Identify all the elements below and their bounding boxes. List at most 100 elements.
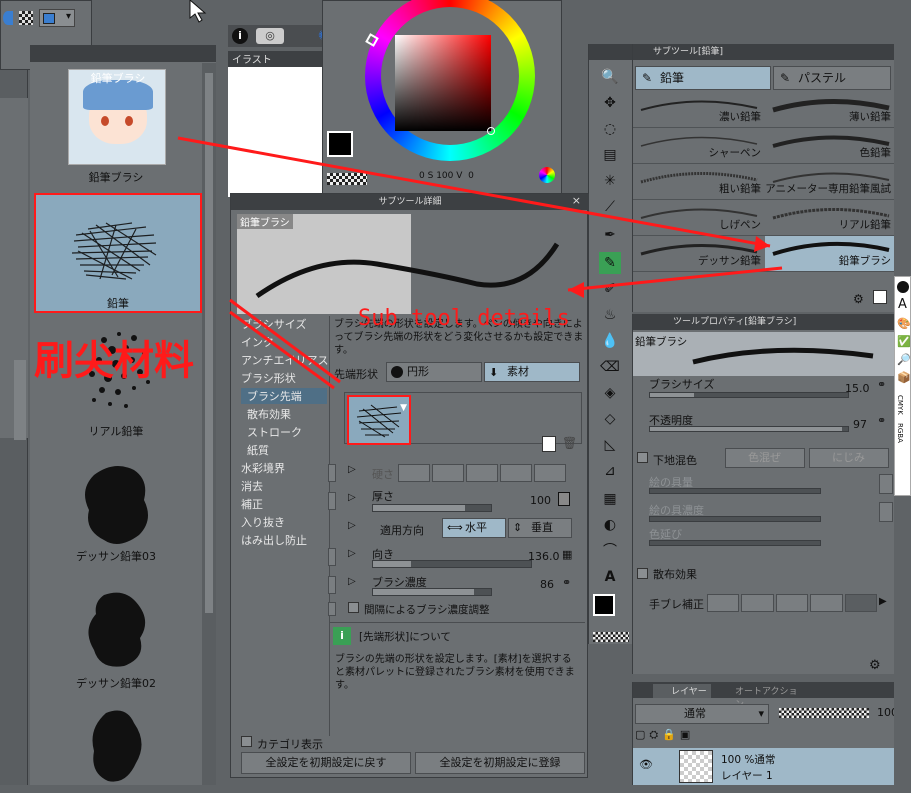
category-item-selected[interactable]: ブラシ先端 [241, 388, 327, 404]
tab-pastel[interactable]: ✎ パステル [773, 66, 891, 90]
tip-material-option[interactable]: ⬇ 素材 [484, 362, 580, 382]
opacity-bar[interactable] [779, 708, 869, 718]
opacity-slider[interactable] [649, 426, 849, 432]
fill-bucket-icon[interactable]: ◐ [599, 514, 621, 536]
stabilize-steps[interactable] [707, 594, 878, 612]
paint-amount-slider[interactable] [649, 488, 821, 494]
lasso-icon[interactable]: ◌ [599, 118, 621, 140]
eyedropper-icon[interactable]: ⟋ [599, 196, 621, 218]
trash-icon[interactable]: 🗑 [562, 436, 577, 452]
category-item[interactable]: 水彩境界 [241, 460, 285, 476]
eraser-icon[interactable]: ⌫ [599, 356, 621, 378]
rgba-label[interactable]: RGBA [896, 423, 904, 443]
main-color-icon[interactable] [593, 594, 615, 616]
sv-handle[interactable] [487, 127, 495, 135]
text-icon[interactable]: A [599, 566, 621, 588]
thickness-value[interactable]: 100 [530, 494, 551, 507]
subtool-item[interactable]: しげペン [633, 200, 765, 236]
size-slider[interactable] [649, 392, 849, 398]
grid-icon[interactable]: ▦ [562, 548, 572, 561]
density-slider[interactable] [372, 588, 492, 596]
category-item[interactable]: ブラシ形状 [241, 370, 296, 386]
info-icon[interactable]: i [232, 28, 248, 44]
link-icon[interactable]: ⚭ [562, 576, 571, 589]
zoom-icon[interactable]: 🔎 [897, 353, 911, 366]
pressure-toggle[interactable] [328, 576, 336, 594]
close-icon[interactable]: × [572, 194, 581, 207]
text-dock-icon[interactable]: A [898, 297, 907, 312]
blend-mode-select[interactable]: 通常 ▾ [635, 704, 769, 724]
lock-icon[interactable]: 🔒 [662, 728, 676, 746]
zoom-icon[interactable]: 🔍 [599, 66, 621, 88]
transparent-color-icon[interactable] [593, 632, 629, 642]
tip-material-thumb[interactable]: ▼ [347, 395, 411, 445]
paint-density-slider[interactable] [649, 516, 821, 522]
pressure-toggle[interactable] [328, 492, 336, 510]
category-item[interactable]: 紙質 [247, 442, 269, 458]
link-icon[interactable]: ⚭ [877, 378, 886, 391]
brush-thumb-illustration[interactable]: 鉛筆ブラシ [68, 69, 166, 165]
subtool-item-selected[interactable]: 鉛筆ブラシ [765, 236, 895, 272]
swatch-circle-icon[interactable] [3, 11, 13, 25]
layer-row[interactable]: 👁 100 %通常 レイヤー 1 [633, 748, 895, 785]
main-color-swatch[interactable] [327, 131, 353, 157]
thickness-slider[interactable] [372, 504, 492, 512]
canvas-tab[interactable]: イラスト [228, 51, 322, 67]
contrast-icon[interactable] [897, 281, 909, 293]
ref-icon[interactable]: ⛭ [649, 728, 658, 746]
blend-icon[interactable]: 💧 [599, 330, 621, 352]
color-swatch-dropdown[interactable]: ▾ [39, 9, 75, 27]
link-icon[interactable]: ⚭ [877, 414, 886, 427]
scatter-checkbox[interactable] [637, 568, 648, 582]
brush-icon[interactable]: ✐ [599, 278, 621, 300]
category-toggle-checkbox[interactable] [241, 736, 252, 750]
checker-icon[interactable] [19, 11, 33, 25]
blur-button[interactable]: にじみ [809, 448, 889, 468]
subtool-item[interactable]: 薄い鉛筆 [765, 92, 895, 128]
transparent-swatch[interactable] [327, 173, 367, 185]
pressure-button[interactable] [879, 502, 893, 522]
category-item[interactable]: ストローク [247, 424, 302, 440]
tab-pencil[interactable]: ✎ 鉛筆 [635, 66, 771, 90]
angle-slider[interactable] [372, 560, 532, 568]
curve-icon[interactable]: ⌒ [599, 540, 621, 562]
ruler-icon[interactable]: ◺ [599, 434, 621, 456]
category-item[interactable]: アンチエイリアス [241, 352, 329, 368]
move-icon[interactable]: ✥ [599, 92, 621, 114]
subtool-item[interactable]: 粗い鉛筆 [633, 164, 765, 200]
fill-icon[interactable]: ◈ [599, 382, 621, 404]
new-page-icon[interactable] [873, 290, 887, 304]
frame-icon[interactable]: ⊿ [599, 460, 621, 482]
auto-select-icon[interactable]: ▤ [599, 144, 621, 166]
check-icon[interactable]: ✅ [897, 335, 911, 348]
clip-icon[interactable]: ▢ [635, 728, 645, 746]
reset-button[interactable]: 全設定を初期設定に戻す [241, 752, 411, 774]
hardness-steps[interactable] [398, 464, 566, 482]
pressure-toggle[interactable] [328, 548, 336, 566]
size-value[interactable]: 15.0 [845, 382, 870, 395]
interval-checkbox[interactable] [348, 602, 359, 616]
blend-checkbox[interactable] [637, 452, 648, 466]
category-item[interactable]: はみ出し防止 [241, 532, 307, 548]
box-icon[interactable]: 📦 [897, 371, 911, 384]
opacity-value[interactable]: 97 [853, 418, 867, 431]
saturation-value-square[interactable] [395, 35, 491, 131]
cmyk-label[interactable]: CMYK [896, 395, 904, 415]
pressure-toggle[interactable] [328, 602, 336, 616]
subtool-item[interactable]: アニメーター専用鉛筆風試 [765, 164, 895, 200]
palette-icon[interactable]: 🎨 [897, 317, 911, 330]
pressure-toggle[interactable] [328, 464, 336, 482]
sparkle-icon[interactable]: ✳ [599, 170, 621, 192]
brush-item-pencil-selected[interactable]: 鉛筆 [34, 193, 202, 313]
subtool-item[interactable]: デッサン鉛筆 [633, 236, 765, 272]
density-value[interactable]: 86 [540, 578, 554, 591]
figure-icon[interactable]: ◇ [599, 408, 621, 430]
color-stretch-slider[interactable] [649, 540, 821, 546]
eye-icon[interactable]: 👁 [639, 758, 653, 771]
subtool-item[interactable]: リアル鉛筆 [765, 200, 895, 236]
tab-layer[interactable]: レイヤー [653, 684, 711, 698]
spiral-icon[interactable]: ◎ [256, 28, 284, 44]
category-item[interactable]: 入り抜き [241, 514, 285, 530]
pencil-icon[interactable]: ✎ [599, 252, 621, 274]
direction-vertical[interactable]: ⇕ 垂直 [508, 518, 572, 538]
